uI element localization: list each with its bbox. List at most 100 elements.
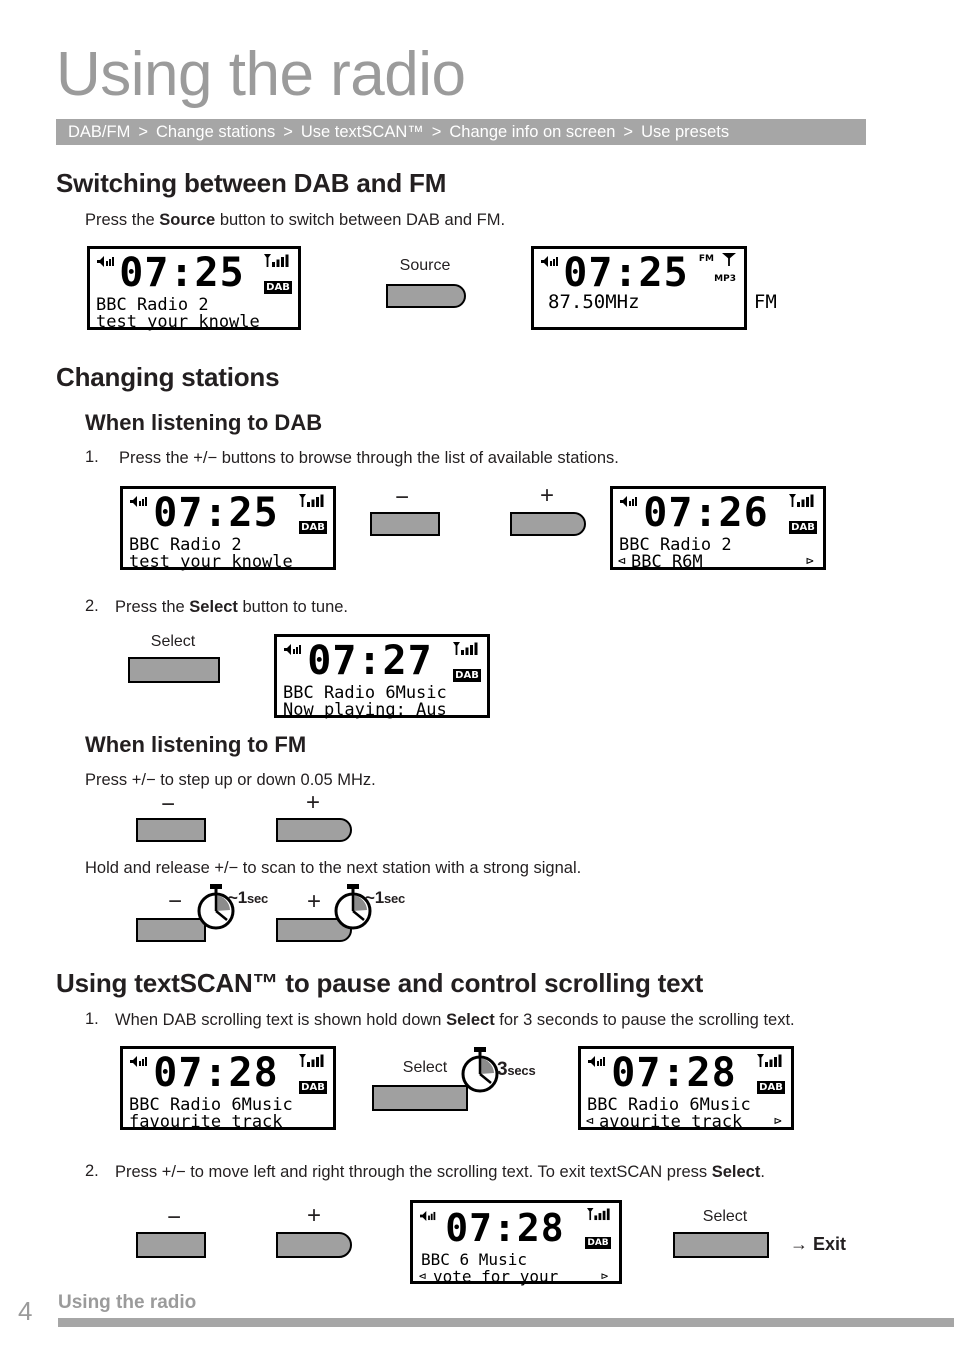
switching-intro-post: button to switch between DAB and FM. bbox=[215, 211, 506, 229]
select-button[interactable] bbox=[128, 657, 220, 683]
lcd-time: 07:28 bbox=[445, 1206, 565, 1250]
lcd-display-dab-6: 07:28 DAB BBC Radio 6Music avourite trac… bbox=[578, 1046, 794, 1132]
breadcrumb-item-use-textscan[interactable]: Use textSCAN™ bbox=[301, 123, 424, 142]
source-button-label: Source bbox=[399, 257, 451, 274]
lcd-line-2: test your knowle bbox=[129, 552, 293, 572]
textscan-step-1-bold: Select bbox=[446, 1011, 495, 1029]
plus-button[interactable] bbox=[510, 512, 586, 536]
select-button-label: Select bbox=[402, 1059, 448, 1076]
lcd-time: 07:25 bbox=[563, 250, 689, 296]
lcd-display-fm-1: FM MP3 07:25 87.50MHz FM bbox=[531, 246, 777, 330]
breadcrumb: DAB/FM > Change stations > Use textSCAN™… bbox=[56, 119, 866, 145]
page-number: 4 bbox=[18, 1296, 33, 1326]
signal-strength-icon bbox=[587, 1208, 611, 1226]
switching-intro-pre: Press the bbox=[85, 211, 160, 229]
breadcrumb-separator: > bbox=[623, 122, 634, 141]
step-number: 2. bbox=[85, 1162, 99, 1180]
lcd-time: 07:28 bbox=[611, 1050, 737, 1096]
scroll-left-marker-icon: ⊲ bbox=[618, 554, 626, 569]
scroll-right-marker-icon: ⊳ bbox=[774, 1114, 782, 1129]
minus-button[interactable] bbox=[136, 818, 206, 842]
switching-intro: Press the Source button to switch betwee… bbox=[85, 210, 505, 231]
textscan-step-2-post: . bbox=[760, 1163, 765, 1181]
lcd-display-dab-7: 07:28 DAB BBC 6 Music vote for your ⊲ ⊳ bbox=[410, 1200, 622, 1285]
breadcrumb-item-dabfm[interactable]: DAB/FM bbox=[68, 123, 130, 142]
dab-badge: DAB bbox=[299, 521, 327, 534]
dab-badge: DAB bbox=[757, 1081, 785, 1094]
lcd-display-dab-4: 07:27 DAB BBC Radio 6Music Now playing: … bbox=[274, 634, 490, 719]
source-button[interactable] bbox=[386, 284, 466, 308]
breadcrumb-item-use-presets[interactable]: Use presets bbox=[641, 123, 729, 142]
minus-sign-label: − bbox=[394, 484, 409, 511]
minus-sign-label: − bbox=[167, 888, 182, 915]
stopwatch-value: 3 bbox=[497, 1059, 508, 1080]
plus-sign-label: + bbox=[306, 888, 321, 915]
signal-strength-icon bbox=[453, 642, 479, 661]
minus-button[interactable] bbox=[370, 512, 440, 536]
select-button-exit[interactable] bbox=[673, 1232, 769, 1258]
plus-sign-label: + bbox=[539, 482, 554, 509]
footer-bar bbox=[58, 1318, 954, 1327]
plus-sign-label: + bbox=[305, 789, 320, 816]
signal-strength-icon bbox=[299, 1054, 325, 1073]
lcd-display-dab-3: 07:26 DAB BBC Radio 2 BBC R6M ⊲ ⊳ bbox=[610, 486, 826, 572]
mp3-flag: MP3 bbox=[714, 274, 736, 284]
stopwatch-value: ~1 bbox=[365, 888, 384, 907]
stopwatch-label-1sec: ~1sec bbox=[228, 888, 268, 908]
lcd-line-2: avourite track bbox=[599, 1112, 743, 1132]
minus-button[interactable] bbox=[136, 1232, 206, 1258]
exit-indicator: → Exit bbox=[790, 1234, 846, 1255]
dab-step-2-post: button to tune. bbox=[237, 598, 349, 616]
signal-strength-icon bbox=[789, 494, 815, 513]
dab-badge: DAB bbox=[789, 521, 817, 534]
step-number: 2. bbox=[85, 597, 99, 615]
dab-step-1-text: Press the +/− buttons to browse through … bbox=[119, 449, 619, 467]
lcd-line-2: test your knowle bbox=[96, 312, 260, 332]
lcd-time: 07:26 bbox=[643, 490, 769, 536]
section-heading-textscan: Using textSCAN™ to pause and control scr… bbox=[56, 968, 704, 998]
section-heading-changing: Changing stations bbox=[56, 362, 280, 392]
lcd-line-2: BBC R6M bbox=[631, 552, 703, 572]
breadcrumb-separator: > bbox=[138, 122, 148, 141]
scroll-right-marker-icon: ⊳ bbox=[601, 1269, 609, 1283]
dab-badge: DAB bbox=[264, 281, 292, 294]
subheading-when-listening-dab: When listening to DAB bbox=[85, 410, 323, 435]
arrow-right-icon: → bbox=[790, 1234, 808, 1254]
dab-step-2-text: Press the Select button to tune. bbox=[115, 597, 348, 618]
breadcrumb-item-change-stations[interactable]: Change stations bbox=[156, 123, 275, 142]
signal-strength-icon bbox=[264, 254, 290, 273]
plus-button[interactable] bbox=[276, 818, 352, 842]
select-button-hold[interactable] bbox=[372, 1085, 468, 1111]
stopwatch-unit: secs bbox=[507, 1063, 536, 1078]
breadcrumb-item-change-info[interactable]: Change info on screen bbox=[449, 123, 615, 142]
subheading-when-listening-fm: When listening to FM bbox=[85, 732, 307, 757]
footer-section-name: Using the radio bbox=[58, 1292, 197, 1313]
antenna-icon bbox=[722, 253, 736, 271]
scroll-left-marker-icon: ⊲ bbox=[586, 1114, 594, 1129]
dab-step-2-pre: Press the bbox=[115, 598, 190, 616]
signal-strength-icon bbox=[757, 1054, 783, 1073]
textscan-step-2-bold: Select bbox=[711, 1163, 761, 1181]
dab-badge: DAB bbox=[299, 1081, 327, 1094]
select-button-label: Select bbox=[702, 1208, 748, 1225]
manual-page: Using the radio DAB/FM > Change stations… bbox=[0, 0, 954, 1350]
lcd-display-dab-1: 07:25 DAB BBC Radio 2 test your knowle bbox=[87, 246, 301, 332]
scroll-right-marker-icon: ⊳ bbox=[806, 554, 814, 569]
signal-strength-icon bbox=[299, 494, 325, 513]
minus-sign-label: − bbox=[160, 791, 175, 818]
stopwatch-unit: sec bbox=[246, 891, 269, 906]
scroll-left-marker-icon: ⊲ bbox=[419, 1269, 427, 1283]
step-number: 1. bbox=[85, 448, 99, 466]
stopwatch-value: ~1 bbox=[228, 888, 247, 907]
breadcrumb-separator: > bbox=[431, 122, 442, 141]
lcd-time: 07:27 bbox=[307, 638, 433, 684]
exit-label: Exit bbox=[813, 1234, 847, 1254]
breadcrumb-separator: > bbox=[283, 122, 293, 141]
plus-button[interactable] bbox=[276, 1232, 352, 1258]
dab-badge: DAB bbox=[585, 1237, 611, 1249]
textscan-step-1-pre: When DAB scrolling text is shown hold do… bbox=[115, 1011, 447, 1029]
page-title: Using the radio bbox=[56, 40, 466, 109]
stopwatch-unit: sec bbox=[383, 891, 406, 906]
fm-step-text: Press +/− to step up or down 0.05 MHz. bbox=[85, 771, 376, 789]
lcd-line-1: 87.50MHz FM bbox=[548, 291, 777, 313]
